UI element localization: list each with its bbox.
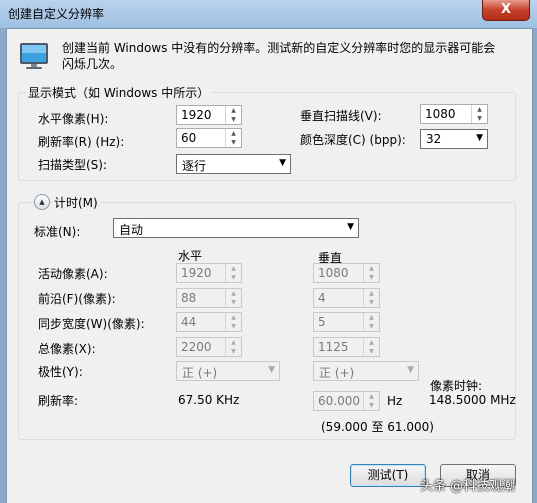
close-button[interactable]: X: [482, 0, 530, 21]
pixel-clock-label: 像素时钟:: [430, 379, 483, 393]
refresh-rate-spinner[interactable]: ▲ ▼: [225, 129, 241, 147]
pixel-clock-value: 148.5000 MHz: [429, 393, 516, 407]
sync-width-label: 同步宽度(W)(像素):: [38, 317, 145, 331]
vertical-lines-spinner[interactable]: ▲ ▼: [471, 105, 487, 123]
chevron-down-icon: ▼: [279, 158, 286, 168]
active-pixels-v-input: 1080 ▲ ▼: [313, 263, 380, 283]
vertical-lines-label: 垂直扫描线(V):: [300, 109, 382, 123]
front-porch-h-input: 88 ▲ ▼: [176, 288, 242, 308]
column-header-horizontal: 水平: [178, 249, 203, 263]
front-porch-v-input: 4 ▲ ▼: [313, 288, 380, 308]
timing-toggle-label: 计时(M): [52, 194, 100, 211]
horizontal-refresh-value: 67.50 KHz: [178, 393, 240, 407]
polarity-v-select: 正 (+) ▼: [313, 361, 419, 381]
refresh-rate-input[interactable]: 60 ▲ ▼: [176, 128, 242, 148]
chevron-down-icon: ▼: [268, 365, 275, 375]
chevron-down-icon: ▼: [347, 222, 354, 232]
vertical-lines-input[interactable]: 1080 ▲ ▼: [420, 104, 488, 124]
active-pixels-label: 活动像素(A):: [38, 267, 108, 281]
total-pixels-v-input: 1125 ▲ ▼: [313, 337, 380, 357]
chevron-down-icon: ▼: [407, 365, 414, 375]
refresh-range: (59.000 至 61.000): [321, 420, 434, 434]
standard-select[interactable]: 自动 ▼: [113, 218, 359, 238]
standard-label: 标准(N):: [34, 225, 81, 239]
horizontal-pixels-input[interactable]: 1920 ▲ ▼: [176, 105, 242, 125]
horizontal-pixels-spinner[interactable]: ▲ ▼: [225, 106, 241, 124]
chevron-down-icon: ▼: [476, 133, 483, 143]
monitor-icon: [20, 43, 48, 69]
sync-width-v-input: 5 ▲ ▼: [313, 312, 380, 332]
vertical-refresh-unit: Hz: [387, 394, 403, 408]
front-porch-label: 前沿(F)(像素):: [38, 292, 116, 306]
scan-type-select[interactable]: 逐行 ▼: [176, 154, 291, 174]
total-pixels-label: 总像素(X):: [38, 342, 96, 356]
horizontal-pixels-label: 水平像素(H):: [38, 112, 109, 126]
scan-type-label: 扫描类型(S):: [38, 158, 108, 172]
timing-refresh-label: 刷新率:: [38, 394, 79, 408]
watermark: 头条 @科技观潮: [420, 479, 516, 494]
intro-text: 创建当前 Windows 中没有的分辨率。测试新的自定义分辨率时您的显示器可能会…: [62, 41, 496, 71]
test-button[interactable]: 测试(T): [350, 464, 426, 487]
sync-width-h-input: 44 ▲ ▼: [176, 312, 242, 332]
vertical-refresh-input: 60.000 ▲ ▼: [313, 391, 380, 411]
display-mode-group-label: 显示模式（如 Windows 中所示）: [26, 84, 212, 101]
color-depth-label: 颜色深度(C) (bpp):: [300, 133, 406, 147]
color-depth-select[interactable]: 32 ▼: [420, 129, 488, 149]
polarity-label: 极性(Y):: [38, 365, 83, 379]
collapse-timing-button[interactable]: ▲: [34, 194, 50, 210]
window-title: 创建自定义分辨率: [8, 7, 105, 21]
total-pixels-h-input: 2200 ▲ ▼: [176, 337, 242, 357]
active-pixels-h-input: 1920 ▲ ▼: [176, 263, 242, 283]
refresh-rate-label: 刷新率(R) (Hz):: [38, 135, 125, 149]
polarity-h-select: 正 (+) ▼: [176, 361, 280, 381]
